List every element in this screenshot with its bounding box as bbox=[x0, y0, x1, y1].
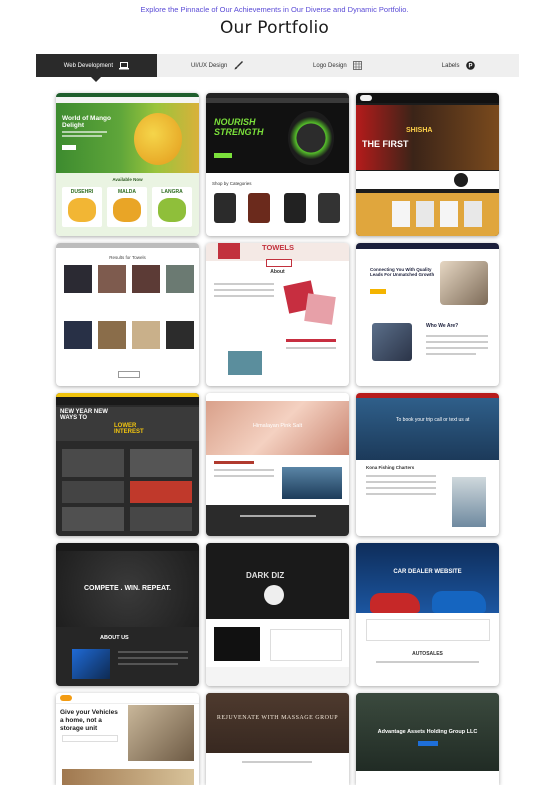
p-badge-icon: P bbox=[465, 61, 475, 71]
tab-label: Logo Design bbox=[313, 62, 347, 69]
portfolio-card[interactable]: Results for Towels bbox=[56, 243, 199, 386]
portfolio-card[interactable]: COMPETE . WIN. REPEAT. ABOUT US bbox=[56, 543, 199, 686]
tab-logo-design[interactable]: Logo Design bbox=[278, 54, 399, 77]
search-results-heading: Results for Towels bbox=[109, 255, 146, 260]
hero-heading: To book your trip call or text us at bbox=[396, 417, 470, 423]
tab-label: UI/UX Design bbox=[190, 62, 228, 69]
section-heading: Shop by Categories bbox=[212, 181, 252, 186]
laptop-icon bbox=[119, 61, 129, 71]
hero-heading: CAR DEALER WEBSITE bbox=[393, 569, 462, 575]
hero-heading: THE FIRST bbox=[362, 139, 409, 149]
portfolio-card[interactable]: CAR DEALER WEBSITE AUTOSALES bbox=[356, 543, 499, 686]
portfolio-card[interactable]: REJUVENATE WITH MASSAGE GROUP bbox=[206, 693, 349, 785]
svg-text:P: P bbox=[468, 64, 472, 70]
portfolio-card[interactable]: THE FIRST SHISHA bbox=[356, 93, 499, 236]
promo-subheading: LOWER INTEREST bbox=[114, 423, 144, 435]
section-heading: Kona Fishing Charters bbox=[366, 465, 415, 470]
hero-heading: DARK DIZ bbox=[246, 571, 285, 580]
tab-web-development[interactable]: Web Development bbox=[36, 54, 157, 82]
hero-heading: TOWELS bbox=[262, 243, 294, 252]
section-heading: About bbox=[270, 269, 285, 275]
portfolio-card[interactable]: Give your Vehicles a home, not a storage… bbox=[56, 693, 199, 785]
section-heading: Available Now bbox=[112, 177, 143, 182]
section-heading: Who We Are? bbox=[426, 323, 459, 329]
portfolio-card[interactable]: Himalayan Pink Salt bbox=[206, 393, 349, 536]
hero-heading: Give your Vehicles a home, not a storage… bbox=[60, 709, 118, 732]
portfolio-card[interactable]: World of Mango Delight Available Now DUS… bbox=[56, 93, 199, 236]
portfolio-card[interactable]: NOURISH STRENGTH Shop by Categories bbox=[206, 93, 349, 236]
hero-subheading: SHISHA bbox=[406, 127, 433, 134]
page-title: Our Portfolio bbox=[219, 18, 330, 38]
product-name: DUSEHRI bbox=[70, 189, 94, 195]
tab-labels[interactable]: Labels P bbox=[398, 54, 519, 77]
promo-heading: NEW YEAR NEW WAYS TO bbox=[60, 409, 108, 421]
brush-icon bbox=[233, 61, 243, 71]
portfolio-card[interactable]: DARK DIZ bbox=[206, 543, 349, 686]
portfolio-card[interactable]: To book your trip call or text us at Kon… bbox=[356, 393, 499, 536]
tab-ui-ux-design[interactable]: UI/UX Design bbox=[157, 54, 278, 77]
hero-heading: Connecting You With Quality Leads For Un… bbox=[370, 267, 435, 277]
tab-label: Web Development bbox=[63, 62, 113, 69]
portfolio-card[interactable]: NEW YEAR NEW WAYS TO LOWER INTEREST bbox=[56, 393, 199, 536]
portfolio-tagline: Explore the Pinnacle of Our Achievements… bbox=[140, 5, 409, 14]
section-heading: ABOUT US bbox=[100, 635, 129, 641]
portfolio-card[interactable]: Connecting You With Quality Leads For Un… bbox=[356, 243, 499, 386]
grid-icon bbox=[353, 61, 363, 71]
hero-heading: COMPETE . WIN. REPEAT. bbox=[84, 585, 171, 592]
hero-heading: REJUVENATE WITH MASSAGE GROUP bbox=[216, 715, 339, 721]
hero-heading: Himalayan Pink Salt bbox=[252, 423, 303, 429]
hero-heading: NOURISH STRENGTH bbox=[214, 117, 264, 137]
product-name: LANGRA bbox=[161, 189, 183, 195]
portfolio-tabs: Web Development UI/UX Design Logo Design… bbox=[36, 54, 519, 82]
product-name: MALDA bbox=[117, 189, 137, 195]
hero-heading: Advantage Assets Holding Group LLC bbox=[377, 729, 478, 735]
portfolio-card[interactable]: TOWELS About bbox=[206, 243, 349, 386]
hero-heading: World of Mango Delight bbox=[62, 115, 111, 129]
portfolio-card[interactable]: Advantage Assets Holding Group LLC bbox=[356, 693, 499, 785]
tab-label: Labels bbox=[441, 62, 460, 69]
section-heading: AUTOSALES bbox=[412, 651, 443, 657]
